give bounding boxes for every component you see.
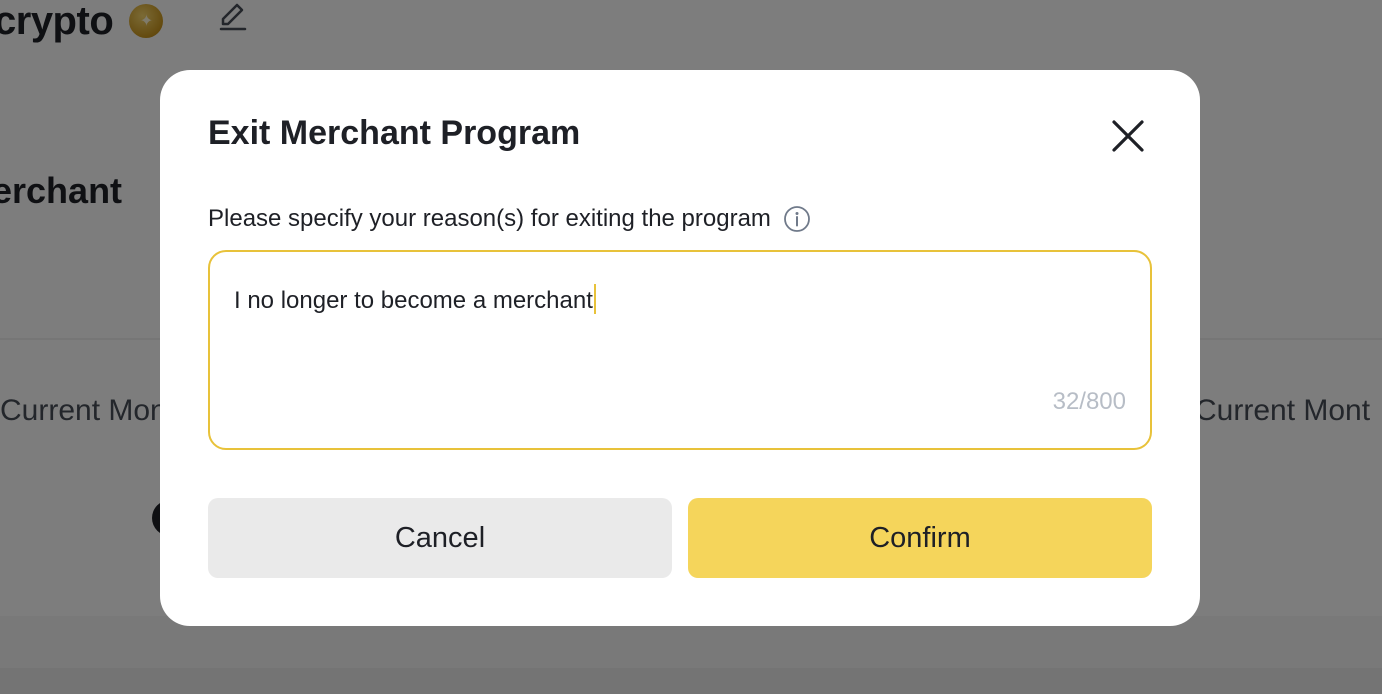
reason-textarea[interactable]: I no longer to become a merchant 32/800 [208,250,1152,450]
dialog-title: Exit Merchant Program [208,114,581,152]
info-icon[interactable] [783,205,811,233]
exit-merchant-dialog: Exit Merchant Program Please specify you… [160,70,1200,626]
reason-textarea-value: I no longer to become a merchant [234,284,596,315]
reason-text: I no longer to become a merchant [234,287,593,314]
close-button[interactable] [1106,114,1150,158]
reason-label: Please specify your reason(s) for exitin… [208,205,811,233]
reason-label-text: Please specify your reason(s) for exitin… [208,205,771,232]
close-icon [1112,120,1144,152]
text-caret [593,284,596,314]
character-counter: 32/800 [1052,388,1126,415]
confirm-button[interactable]: Confirm [688,498,1152,578]
cancel-button[interactable]: Cancel [208,498,672,578]
